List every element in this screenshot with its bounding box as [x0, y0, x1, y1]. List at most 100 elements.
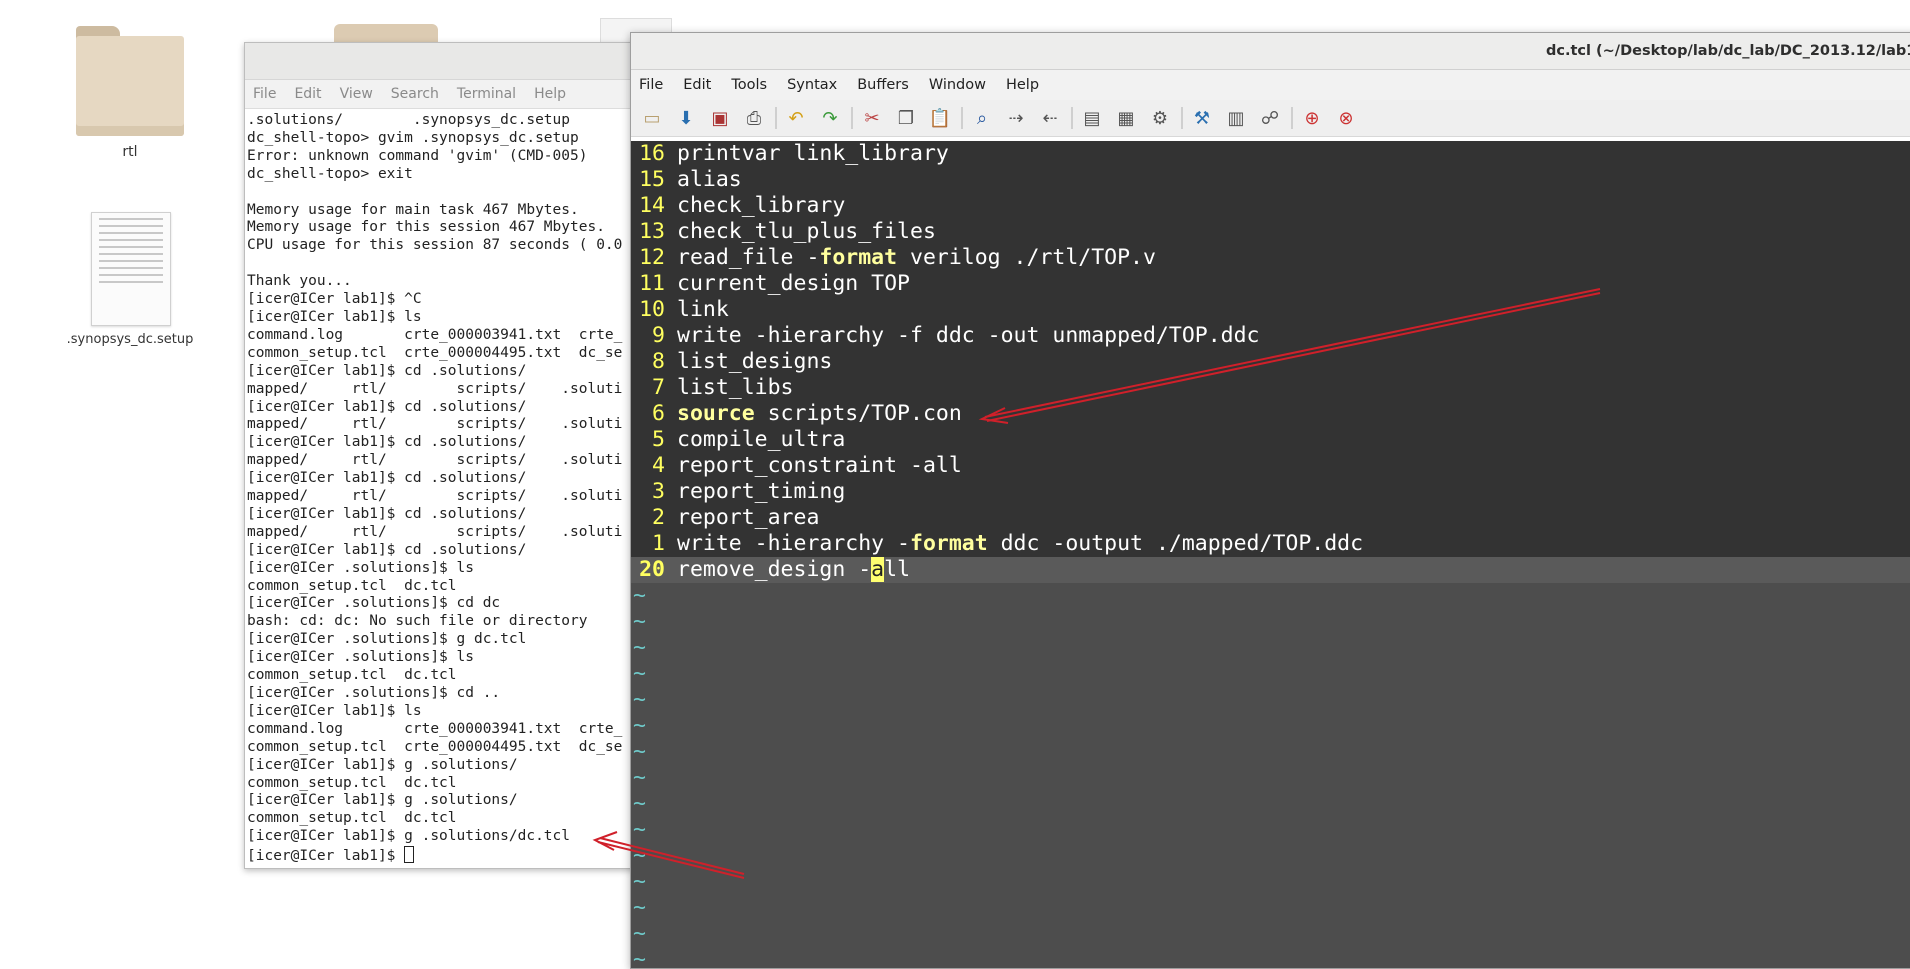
code-line[interactable]: 1 write -hierarchy -format ddc -output ./… — [631, 531, 1910, 557]
open-icon[interactable]: ▭ — [639, 105, 665, 131]
code-keyword: source — [677, 401, 755, 426]
code-line[interactable]: 2 report_area — [631, 505, 1910, 531]
code-text: report_timing — [677, 479, 846, 504]
run-script-icon[interactable]: ⚙ — [1147, 105, 1173, 131]
editor-cursor: a — [871, 557, 885, 582]
code-text: list_designs — [677, 349, 833, 374]
terminal-line: common_setup.tcl crte_000004495.txt dc_s… — [247, 738, 623, 755]
code-line[interactable]: 4 report_constraint -all — [631, 453, 1910, 479]
line-number: 3 — [652, 479, 665, 504]
menu-help[interactable]: Help — [534, 86, 566, 102]
find-next-icon[interactable]: ⇢ — [1003, 105, 1029, 131]
toolbar-separator — [1071, 107, 1073, 129]
code-line[interactable]: 3 report_timing — [631, 479, 1910, 505]
terminal-line: common_setup.tcl dc.tcl — [247, 810, 457, 827]
terminal-titlebar[interactable] — [245, 43, 645, 80]
load-session-icon[interactable]: ▤ — [1079, 105, 1105, 131]
menu-edit[interactable]: Edit — [683, 77, 711, 93]
terminal-output[interactable]: .solutions/ .synopsys_dc.setup dc_shell-… — [245, 109, 645, 869]
code-line[interactable]: 12 read_file -format verilog ./rtl/TOP.v — [631, 245, 1910, 271]
code-text: write -hierarchy -f ddc -out unmapped/TO… — [677, 323, 1260, 348]
code-text: write -hierarchy - — [677, 531, 910, 556]
code-line[interactable]: 10 link — [631, 297, 1910, 323]
terminal-line: [icer@ICer lab1]$ g .solutions/ — [247, 792, 518, 809]
menu-edit[interactable]: Edit — [294, 86, 321, 102]
code-line[interactable]: 9 write -hierarchy -f ddc -out unmapped/T… — [631, 323, 1910, 349]
code-text: compile_ultra — [677, 427, 846, 452]
terminal-line: common_setup.tcl crte_000004495.txt dc_s… — [247, 344, 623, 361]
make-icon[interactable]: ⚒ — [1189, 105, 1215, 131]
code-line[interactable]: 16 printvar link_library — [631, 141, 1910, 167]
code-line[interactable]: 15 alias — [631, 167, 1910, 193]
menu-buffers[interactable]: Buffers — [857, 77, 909, 93]
save-all-icon[interactable]: ▣ — [707, 105, 733, 131]
line-number: 5 — [652, 427, 665, 452]
paste-icon[interactable]: 📋 — [927, 105, 953, 131]
terminal-prompt: [icer@ICer lab1]$ — [247, 848, 405, 865]
terminal-line: common_setup.tcl dc.tcl — [247, 577, 457, 594]
menu-terminal[interactable]: Terminal — [457, 86, 516, 102]
empty-line-marker: ~ — [633, 739, 646, 764]
terminal-line: mapped/ rtl/ scripts/ .soluti — [247, 452, 623, 469]
help-icon[interactable]: ⊕ — [1299, 105, 1325, 131]
cut-icon[interactable]: ✂ — [859, 105, 885, 131]
save-icon[interactable]: ⬇ — [673, 105, 699, 131]
toolbar-separator — [775, 107, 777, 129]
terminal-line: [icer@ICer lab1]$ g .solutions/ — [247, 756, 518, 773]
line-number: 9 — [652, 323, 665, 348]
terminal-line: [icer@ICer lab1]$ cd .solutions/ — [247, 362, 527, 379]
shell-icon[interactable]: ▥ — [1223, 105, 1249, 131]
empty-line-marker: ~ — [633, 791, 646, 816]
menu-help[interactable]: Help — [1006, 77, 1039, 93]
copy-icon[interactable]: ❐ — [893, 105, 919, 131]
desktop-icon-label: .synopsys_dc.setup — [66, 332, 194, 347]
menu-window[interactable]: Window — [929, 77, 986, 93]
code-text: alias — [677, 167, 742, 192]
menu-view[interactable]: View — [340, 86, 373, 102]
line-number: 20 — [639, 557, 665, 582]
code-line[interactable]: 8 list_designs — [631, 349, 1910, 375]
menu-file[interactable]: File — [639, 77, 663, 93]
code-line[interactable]: 6 source scripts/TOP.con — [631, 401, 1910, 427]
menu-file[interactable]: File — [253, 86, 276, 102]
line-number: 10 — [639, 297, 665, 322]
line-number: 1 — [652, 531, 665, 556]
gvim-toolbar: ▭ ⬇ ▣ ⎙ ↶ ↷ ✂ ❐ 📋 ⌕ ⇢ ⇠ ▤ ▦ ⚙ ⚒ ▥ ☍ ⊕ ⊗ — [631, 100, 1910, 137]
print-icon[interactable]: ⎙ — [741, 105, 767, 131]
menu-tools[interactable]: Tools — [731, 77, 767, 93]
code-line[interactable]: 14 check_library — [631, 193, 1910, 219]
find-replace-icon[interactable]: ⌕ — [969, 105, 995, 131]
find-prev-icon[interactable]: ⇠ — [1037, 105, 1063, 131]
toolbar-separator — [1181, 107, 1183, 129]
save-session-icon[interactable]: ▦ — [1113, 105, 1139, 131]
empty-line-marker: ~ — [633, 869, 646, 894]
desktop-icon-label: rtl — [122, 144, 138, 160]
code-line[interactable]: 13 check_tlu_plus_files — [631, 219, 1910, 245]
terminal-line: Memory usage for main task 467 Mbytes. — [247, 201, 579, 218]
undo-icon[interactable]: ↶ — [783, 105, 809, 131]
menu-search[interactable]: Search — [391, 86, 439, 102]
terminal-window[interactable]: File Edit View Search Terminal Help .sol… — [244, 42, 646, 869]
ctags-icon[interactable]: ☍ — [1257, 105, 1283, 131]
code-line[interactable]: 7 list_libs — [631, 375, 1910, 401]
terminal-line: common_setup.tcl dc.tcl — [247, 667, 457, 684]
gvim-editor[interactable]: 16 printvar link_library 15 alias 14 check_li… — [631, 141, 1910, 968]
code-line[interactable]: 11 current_design TOP — [631, 271, 1910, 297]
empty-line-marker: ~ — [633, 947, 646, 968]
gvim-window[interactable]: dc.tcl (~/Desktop/lab/dc_lab/DC_2013.12/… — [630, 32, 1910, 969]
terminal-line: [icer@ICer .solutions]$ cd .. — [247, 685, 501, 701]
terminal-line: [icer@ICer lab1]$ cd .solutions/ — [247, 398, 527, 415]
empty-line-marker: ~ — [633, 583, 646, 608]
current-code-line[interactable]: 20 remove_design -all — [631, 557, 1910, 583]
code-text: list_libs — [677, 375, 794, 400]
terminal-line: [icer@ICer lab1]$ cd .solutions/ — [247, 470, 527, 487]
menu-syntax[interactable]: Syntax — [787, 77, 837, 93]
code-line[interactable]: 5 compile_ultra — [631, 427, 1910, 453]
terminal-line: command.log crte_000003941.txt crte_ — [247, 720, 623, 737]
find-help-icon[interactable]: ⊗ — [1333, 105, 1359, 131]
redo-icon[interactable]: ↷ — [817, 105, 843, 131]
code-text: ll — [884, 557, 911, 582]
code-text: ddc -output ./mapped/TOP.ddc — [987, 531, 1364, 556]
code-text: current_design TOP — [677, 271, 910, 296]
line-number: 2 — [652, 505, 665, 530]
